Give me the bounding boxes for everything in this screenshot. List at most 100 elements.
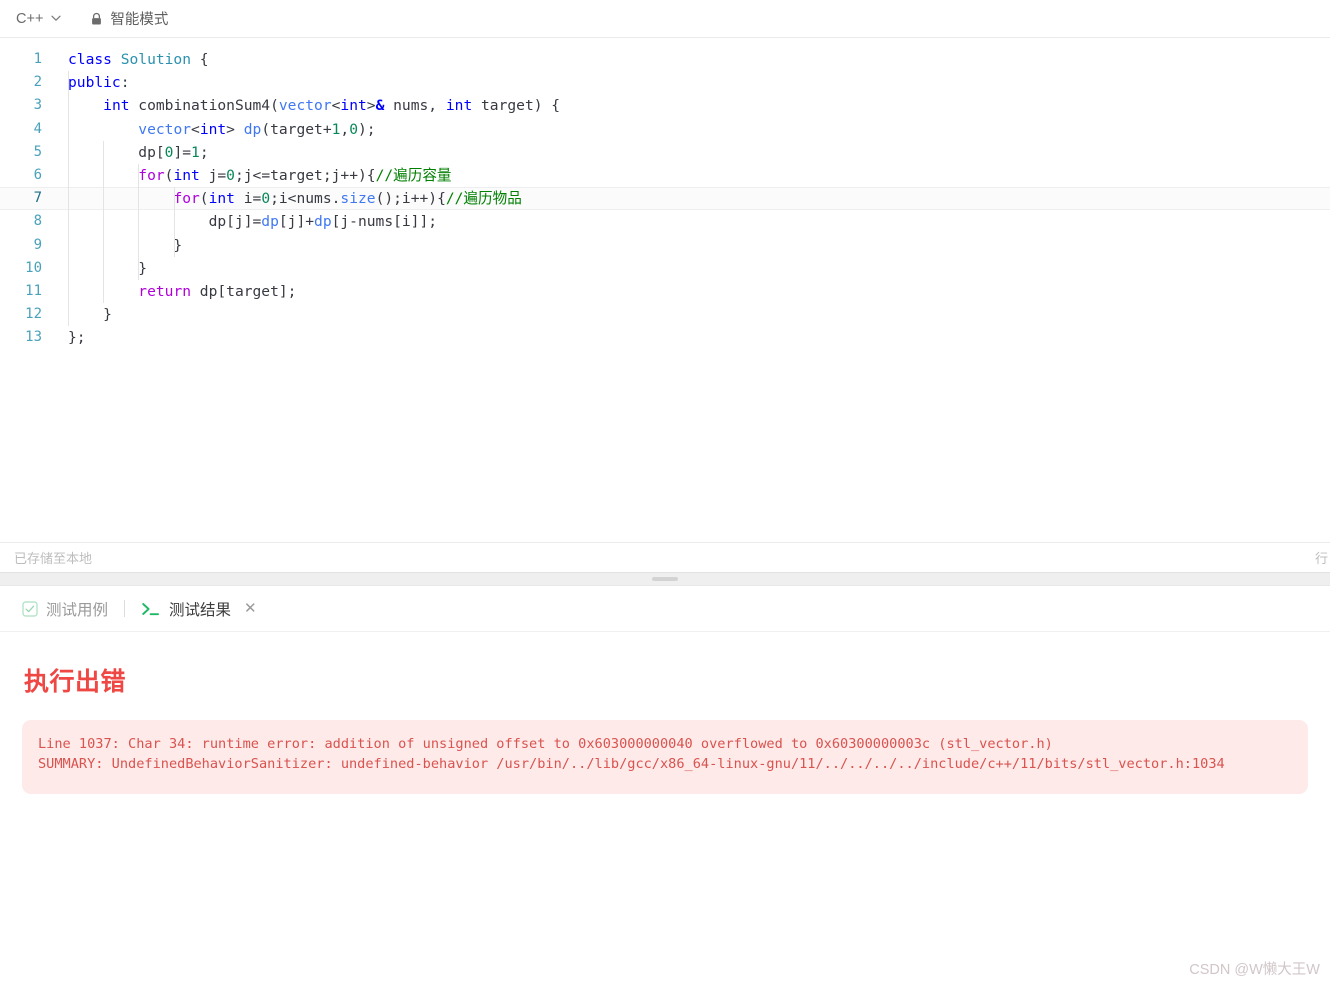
code-token: int	[208, 190, 235, 208]
lock-icon	[90, 12, 103, 26]
tab-testcase[interactable]: 测试用例	[14, 598, 116, 620]
code-token: return	[138, 282, 192, 300]
code-text: vector<int> dp(target+1,0);	[52, 118, 1330, 141]
result-body: 执行出错 Line 1037: Char 34: runtime error: …	[0, 632, 1330, 987]
code-line[interactable]: 11 return dp[target];	[0, 280, 1330, 303]
code-text: }	[52, 303, 1330, 326]
code-line[interactable]: 7 for(int i=0;i<nums.size();i++){//遍历物品	[0, 187, 1330, 211]
code-token: int	[103, 97, 130, 115]
code-line[interactable]: 1 class Solution {	[0, 48, 1330, 71]
line-number: 6	[33, 166, 42, 183]
code-line[interactable]: 3 int combinationSum4(vector<int>& nums,…	[0, 94, 1330, 117]
chevron-down-icon	[50, 12, 62, 24]
code-text: public:	[52, 71, 1330, 94]
code-token: >	[226, 120, 244, 138]
result-tabbar: 测试用例 测试结果 ✕	[0, 586, 1330, 633]
code-token: Solution	[120, 51, 192, 68]
code-token: 0	[261, 190, 271, 208]
code-line[interactable]: 8 dp[j]=dp[j]+dp[j-nums[i]];	[0, 210, 1330, 233]
code-token: }	[68, 259, 148, 277]
line-number: 2	[33, 74, 42, 91]
code-line[interactable]: 12 }	[0, 303, 1330, 326]
result-title: 执行出错	[24, 668, 127, 697]
code-token: };	[68, 329, 86, 347]
code-token: ();i++){	[375, 190, 446, 208]
code-token: {	[191, 51, 209, 68]
code-line[interactable]: 4 vector<int> dp(target+1,0);	[0, 118, 1330, 141]
editor-toolbar: C++ 智能模式	[0, 0, 1330, 38]
code-line[interactable]: 5 dp[0]=1;	[0, 141, 1330, 164]
code-token: (target+	[261, 120, 332, 138]
code-token: //遍历物品	[445, 190, 522, 208]
line-number: 13	[25, 329, 42, 346]
line-number: 4	[33, 120, 42, 137]
code-token: }	[68, 236, 183, 254]
line-number: 11	[25, 282, 42, 299]
language-selector[interactable]: C++	[14, 9, 64, 29]
code-line[interactable]: 6 for(int j=0;j<=target;j++){//遍历容量	[0, 164, 1330, 187]
code-token: combinationSum4(	[129, 97, 279, 115]
error-message-box: Line 1037: Char 34: runtime error: addit…	[22, 720, 1308, 795]
code-token: [j-nums[i]];	[331, 213, 438, 231]
code-token: for	[173, 190, 200, 208]
line-number: 7	[33, 190, 42, 207]
code-token: <	[191, 120, 200, 138]
code-text: dp[j]=dp[j]+dp[j-nums[i]];	[52, 210, 1330, 233]
code-line[interactable]: 9 }	[0, 234, 1330, 257]
code-line[interactable]: 2 public:	[0, 71, 1330, 94]
code-token: 0	[349, 120, 359, 138]
code-token: int	[340, 97, 367, 115]
code-text: for(int j=0;j<=target;j++){//遍历容量	[52, 164, 1330, 187]
code-token: i=	[234, 190, 262, 208]
code-token: ]=	[173, 143, 192, 161]
tab-testresult[interactable]: 测试结果 ✕	[133, 598, 265, 620]
code-text: }	[52, 234, 1330, 257]
drag-handle-icon[interactable]	[652, 577, 678, 582]
line-number: 12	[25, 306, 42, 323]
line-number: 8	[33, 213, 42, 230]
code-token: int	[173, 166, 200, 184]
checkbox-icon	[22, 601, 38, 617]
code-text: class Solution {	[52, 48, 1330, 71]
code-line[interactable]: 13};	[0, 326, 1330, 349]
code-token: dp	[261, 213, 279, 231]
watermark: CSDN @W懒大王W	[1189, 962, 1320, 978]
code-token: dp[	[68, 143, 165, 161]
code-text: };	[52, 326, 1330, 349]
code-token: ;i<nums.	[270, 190, 341, 208]
code-token: //遍历容量	[375, 166, 452, 184]
line-number: 1	[33, 51, 42, 67]
code-token: );	[358, 120, 376, 138]
close-icon[interactable]: ✕	[244, 601, 257, 616]
code-editor[interactable]: 1 class Solution {2 public: 3 int combinati…	[0, 38, 1330, 543]
code-text: dp[0]=1;	[52, 141, 1330, 164]
line-number: 5	[33, 143, 42, 160]
language-label: C++	[16, 10, 44, 27]
code-token: :	[120, 74, 130, 92]
line-number: 9	[33, 236, 42, 253]
code-token: ;	[199, 143, 209, 161]
code-token: target) {	[472, 97, 561, 115]
code-token: [j]+	[278, 213, 315, 231]
code-token: int	[199, 120, 227, 138]
smart-mode-toggle[interactable]: 智能模式	[90, 8, 168, 29]
code-token: j=	[199, 166, 227, 184]
code-token: for	[138, 166, 165, 184]
code-line[interactable]: 10 }	[0, 257, 1330, 280]
code-token: }	[68, 306, 112, 324]
panel-splitter[interactable]	[0, 572, 1330, 587]
editor-status-bar: 已存储至本地 行	[0, 542, 1330, 573]
code-token: dp	[243, 120, 262, 138]
code-token: ;j<=target;j++){	[234, 166, 376, 184]
line-number: 3	[33, 97, 42, 114]
code-lines[interactable]: 1 class Solution {2 public: 3 int combinati…	[0, 48, 1330, 349]
code-text: for(int i=0;i<nums.size();i++){//遍历物品	[52, 187, 1330, 210]
code-token: dp[j]=	[68, 213, 262, 231]
code-editor-page: C++ 智能模式 1 class Solution {2 public: 3 int …	[0, 0, 1330, 987]
tab-testresult-label: 测试结果	[169, 601, 232, 619]
code-text: int combinationSum4(vector<int>& nums, i…	[52, 94, 1330, 117]
tab-testcase-label: 测试用例	[46, 601, 109, 619]
